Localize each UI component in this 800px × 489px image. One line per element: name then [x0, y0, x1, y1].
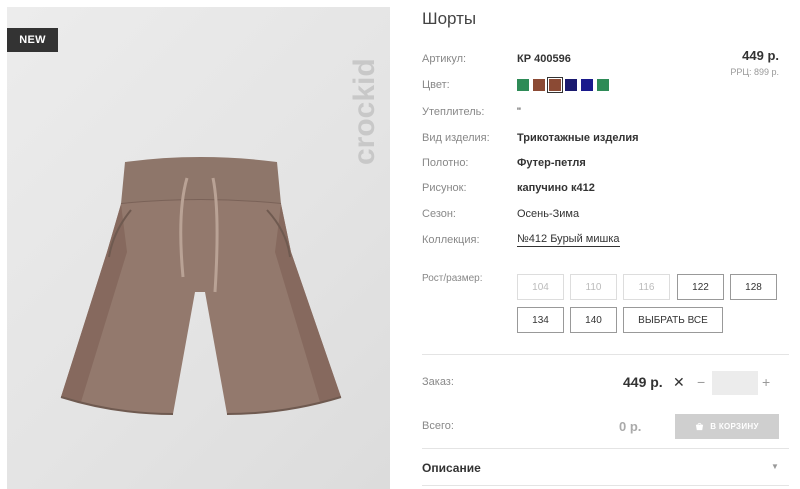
attr-print: Рисунок: капучино к412: [422, 180, 782, 196]
attr-value: капучино к412: [517, 182, 595, 194]
product-title: Шорты: [422, 9, 477, 28]
cart-button-label: В КОРЗИНУ: [710, 422, 759, 431]
size-122[interactable]: 122: [677, 274, 724, 300]
attr-label: Утеплитель:: [422, 106, 485, 118]
attr-value: Трикотажные изделия: [517, 132, 639, 144]
attr-label: Рисунок:: [422, 182, 467, 194]
attr-value: Осень-Зима: [517, 208, 580, 220]
attr-color: Цвет:: [422, 77, 782, 93]
qty-input[interactable]: [712, 371, 758, 395]
size-104: 104: [517, 274, 564, 300]
crockid-logo: crockid: [348, 58, 380, 165]
size-128[interactable]: 128: [730, 274, 777, 300]
attr-season: Сезон: Осень-Зима: [422, 206, 782, 222]
order-label: Заказ:: [422, 376, 454, 388]
attr-article: Артикул: КР 400596: [422, 51, 782, 67]
attr-label: Сезон:: [422, 208, 456, 220]
order-price: 449 р.: [623, 374, 663, 390]
size-110: 110: [570, 274, 617, 300]
attr-label: Вид изделия:: [422, 132, 490, 144]
brand-wordmark: crockid: [348, 58, 380, 165]
add-to-cart-button[interactable]: В КОРЗИНУ: [675, 414, 779, 439]
attr-label: Цвет:: [422, 79, 450, 91]
attr-collection: Коллекция: №412 Бурый мишка: [422, 232, 782, 248]
shorts-picture: [60, 157, 342, 415]
product-image[interactable]: NEW crockid: [7, 7, 390, 489]
total-label: Всего:: [422, 420, 454, 432]
color-swatch[interactable]: [565, 79, 577, 91]
cart-icon: [696, 422, 704, 431]
description-toggle[interactable]: Описание: [422, 461, 481, 475]
attr-value: ": [517, 106, 521, 118]
times-icon: ✕: [673, 374, 685, 390]
divider: [422, 354, 789, 355]
chevron-down-icon[interactable]: ▼: [771, 462, 779, 471]
color-swatches: [517, 77, 609, 93]
attr-value: Футер-петля: [517, 157, 586, 169]
collection-link[interactable]: №412 Бурый мишка: [517, 233, 620, 247]
color-swatch[interactable]: [517, 79, 529, 91]
divider: [422, 485, 789, 486]
select-all-button[interactable]: ВЫБРАТЬ ВСЕ: [623, 307, 723, 333]
attr-label: Артикул:: [422, 53, 467, 65]
attr-product-type: Вид изделия: Трикотажные изделия: [422, 130, 782, 146]
total-value: 0 р.: [619, 419, 642, 434]
size-134[interactable]: 134: [517, 307, 564, 333]
color-swatch[interactable]: [597, 79, 609, 91]
size-label: Рост/размер:: [422, 273, 483, 284]
attr-fabric: Полотно: Футер-петля: [422, 155, 782, 171]
product-page: NEW crockid Шорты 449 р. РРЦ: 899 р. Арт…: [0, 0, 800, 489]
rrp-price: РРЦ: 899 р.: [730, 67, 779, 77]
divider: [422, 448, 789, 449]
qty-minus-button[interactable]: −: [697, 374, 705, 390]
attr-label: Коллекция:: [422, 234, 480, 246]
attr-insulation: Утеплитель: ": [422, 104, 782, 120]
attr-label: Полотно:: [422, 157, 469, 169]
new-badge: NEW: [7, 28, 58, 52]
color-swatch[interactable]: [533, 79, 545, 91]
qty-plus-button[interactable]: +: [762, 374, 770, 390]
attr-value: КР 400596: [517, 53, 571, 65]
color-swatch-selected[interactable]: [547, 77, 563, 93]
size-140[interactable]: 140: [570, 307, 617, 333]
color-swatch[interactable]: [581, 79, 593, 91]
size-116: 116: [623, 274, 670, 300]
